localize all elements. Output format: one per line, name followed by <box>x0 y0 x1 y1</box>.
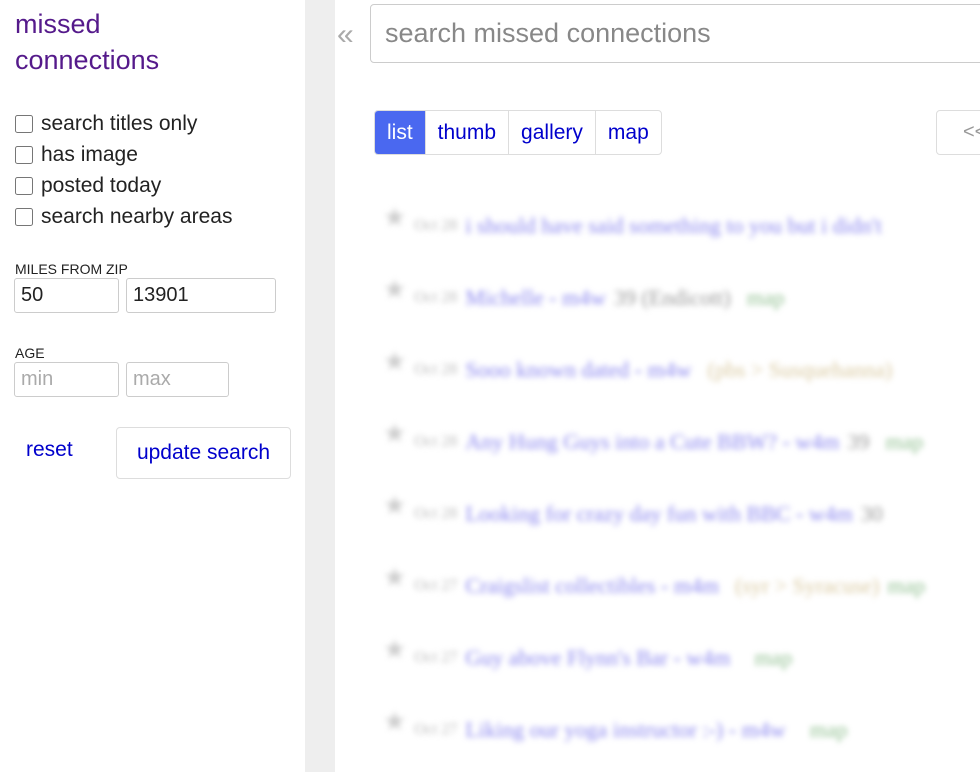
zip-input[interactable] <box>126 278 276 313</box>
page-title[interactable]: missed connections <box>15 6 215 78</box>
star-icon[interactable]: ★ <box>383 563 406 593</box>
miles-input[interactable] <box>14 278 119 313</box>
update-search-button[interactable]: update search <box>116 427 291 479</box>
star-icon[interactable]: ★ <box>383 275 406 305</box>
has-image-checkbox[interactable]: has image <box>15 143 138 167</box>
result-title-link[interactable]: Sooo known dated - m4w <box>465 357 691 383</box>
prev-page-button[interactable]: << <box>936 110 980 155</box>
result-row: ★ Oct 28 i should have said something to… <box>383 203 980 277</box>
age-min-input[interactable] <box>14 362 119 397</box>
result-neighborhood: (pbs > Susquehanna) <box>707 357 893 382</box>
result-date: Oct 28 <box>414 217 458 234</box>
result-date: Oct 28 <box>414 289 458 306</box>
result-title-link[interactable]: Michelle - m4w <box>465 285 606 311</box>
result-meta: 30 <box>860 501 883 526</box>
result-title-link[interactable]: Guy above Flynn's Bar - w4m <box>465 645 730 671</box>
age-max-input[interactable] <box>126 362 229 397</box>
result-row: ★ Oct 28 Sooo known dated - m4w (pbs > S… <box>383 347 980 421</box>
result-map-link[interactable]: map <box>810 717 848 743</box>
reset-link[interactable]: reset <box>26 438 73 462</box>
result-title-link[interactable]: Any Hung Guys into a Cute BBW? - w4m <box>465 429 839 455</box>
age-label: AGE <box>15 345 45 361</box>
result-date: Oct 27 <box>414 577 458 594</box>
result-title-link[interactable]: Looking for crazy day fun with BBC - w4m <box>465 501 852 527</box>
result-map-link[interactable]: map <box>747 285 785 311</box>
view-mode-tabs: list thumb gallery map <box>374 110 662 155</box>
result-map-link[interactable]: map <box>887 573 925 599</box>
miles-from-zip-label: MILES FROM ZIP <box>15 261 128 277</box>
tab-list[interactable]: list <box>375 111 425 154</box>
result-date: Oct 27 <box>414 649 458 666</box>
sidebar-divider <box>305 0 335 772</box>
star-icon[interactable]: ★ <box>383 419 406 449</box>
result-title-link[interactable]: i should have said something to you but … <box>465 213 881 239</box>
search-titles-only-checkbox[interactable]: search titles only <box>15 112 197 136</box>
search-input[interactable] <box>370 4 980 63</box>
result-date: Oct 27 <box>414 721 458 738</box>
star-icon[interactable]: ★ <box>383 491 406 521</box>
result-map-link[interactable]: map <box>754 645 792 671</box>
result-neighborhood: (syr > Syracuse) <box>735 573 880 598</box>
tab-gallery[interactable]: gallery <box>508 111 595 154</box>
result-row: ★ Oct 28 Michelle - m4w 39 (Endicott) ma… <box>383 275 980 349</box>
collapse-sidebar-icon[interactable]: « <box>337 18 354 52</box>
posted-today-checkbox[interactable]: posted today <box>15 174 161 198</box>
result-date: Oct 28 <box>414 433 458 450</box>
star-icon[interactable]: ★ <box>383 707 406 737</box>
result-row: ★ Oct 27 Guy above Flynn's Bar - w4m map <box>383 635 980 709</box>
star-icon[interactable]: ★ <box>383 203 406 233</box>
result-row: ★ Oct 28 Any Hung Guys into a Cute BBW? … <box>383 419 980 493</box>
result-meta: 39 (Endicott) <box>613 285 731 310</box>
result-date: Oct 28 <box>414 505 458 522</box>
result-title-link[interactable]: Craigslist collectibles - m4m <box>465 573 719 599</box>
result-row: ★ Oct 28 Looking for crazy day fun with … <box>383 491 980 565</box>
result-map-link[interactable]: map <box>885 429 923 455</box>
result-row: ★ Oct 27 Craigslist collectibles - m4m (… <box>383 563 980 637</box>
star-icon[interactable]: ★ <box>383 635 406 665</box>
result-date: Oct 28 <box>414 361 458 378</box>
tab-thumb[interactable]: thumb <box>424 111 508 154</box>
result-row: ★ Oct 27 Liking our yoga instructor :-) … <box>383 707 980 781</box>
result-title-link[interactable]: Liking our yoga instructor :-) - m4w <box>465 717 785 743</box>
sidebar: missed connections search titles only ha… <box>0 0 305 772</box>
star-icon[interactable]: ★ <box>383 347 406 377</box>
tab-map[interactable]: map <box>594 111 661 154</box>
result-meta: 39 <box>847 429 870 454</box>
results-list: ★ Oct 28 i should have said something to… <box>383 203 980 781</box>
search-nearby-checkbox[interactable]: search nearby areas <box>15 205 232 229</box>
